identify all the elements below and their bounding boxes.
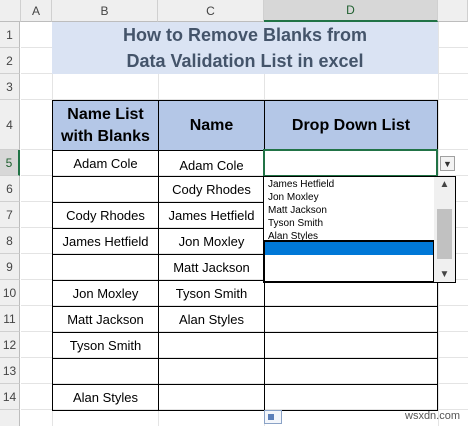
row-header-12[interactable]: 12 [0,332,20,358]
active-cell-d5[interactable] [263,149,438,177]
dropdown-button[interactable]: ▼ [440,156,455,171]
cell-c5[interactable]: Adam Cole [158,150,265,177]
row-header-4[interactable]: 4 [0,100,20,150]
column-header-b[interactable]: B [52,0,158,22]
cell-d13[interactable] [264,358,438,385]
cell-b6[interactable] [52,176,159,203]
select-all-corner[interactable] [0,0,21,22]
row-header-9[interactable]: 9 [0,254,20,280]
column-header-c[interactable]: C [158,0,264,22]
cell-b5[interactable]: Adam Cole [52,150,159,177]
cell-b12[interactable]: Tyson Smith [52,332,159,359]
cell-d11[interactable] [264,306,438,333]
scroll-down-icon[interactable]: ▼ [434,267,455,281]
scrollbar-thumb[interactable] [437,209,452,259]
cell-b7[interactable]: Cody Rhodes [52,202,159,229]
title-line-1: How to Remove Blanks from [52,22,438,48]
dropdown-item[interactable]: Jon Moxley [264,191,455,204]
cell-c11[interactable]: Alan Styles [158,306,265,333]
cell-b10[interactable]: Jon Moxley [52,280,159,307]
row-header-13[interactable]: 13 [0,358,20,384]
header-name[interactable]: Name [158,100,265,151]
cell-c12[interactable] [158,332,265,359]
title-line-2: Data Validation List in excel [52,48,438,74]
dropdown-item[interactable]: James Hetfield [264,178,455,191]
cell-b11[interactable]: Matt Jackson [52,306,159,333]
cell-c10[interactable]: Tyson Smith [158,280,265,307]
paste-options-icon-part [268,414,274,420]
header-line-2: with Blanks [61,127,150,145]
cell-c14[interactable] [158,384,265,411]
dropdown-scrollbar[interactable]: ▲ ▼ [434,177,455,282]
column-header-e[interactable] [438,0,468,22]
dropdown-item[interactable]: Matt Jackson [264,204,455,217]
row-header-11[interactable]: 11 [0,306,20,332]
header-name-list-with-blanks[interactable]: Name List with Blanks [52,100,159,151]
cell-c6[interactable]: Cody Rhodes [158,176,265,203]
cell-d14[interactable] [264,384,438,411]
header-line-1: Name List [67,105,144,123]
row-header-6[interactable]: 6 [0,176,20,202]
cell-b13[interactable] [52,358,159,385]
watermark: wsxdn.com [405,410,461,422]
row-header-10[interactable]: 10 [0,280,20,306]
cell-c9[interactable]: Matt Jackson [158,254,265,281]
row-header-7[interactable]: 7 [0,202,20,228]
cell-d10[interactable] [264,280,438,307]
row-header-15[interactable] [0,410,20,426]
cell-b8[interactable]: James Hetfield [52,228,159,255]
cell-c8[interactable]: Jon Moxley [158,228,265,255]
row-header-8[interactable]: 8 [0,228,20,254]
chevron-down-icon: ▼ [443,158,452,169]
row-header-1[interactable]: 1 [0,22,20,48]
column-header-a[interactable]: A [21,0,52,22]
row-header-14[interactable]: 14 [0,384,20,410]
cell-c7[interactable]: James Hetfield [158,202,265,229]
focus-box [263,240,435,283]
header-drop-down-list[interactable]: Drop Down List [264,100,438,151]
cell-b14[interactable]: Alan Styles [52,384,159,411]
paste-options-icon[interactable] [264,410,282,424]
scroll-up-icon[interactable]: ▲ [434,177,455,191]
dropdown-item[interactable]: Tyson Smith [264,217,455,230]
column-header-d[interactable]: D [264,0,438,22]
cell-b9[interactable] [52,254,159,281]
cell-d12[interactable] [264,332,438,359]
row-header-5[interactable]: 5 [0,150,20,176]
cell-c13[interactable] [158,358,265,385]
row-header-2[interactable]: 2 [0,48,20,74]
row-header-3[interactable]: 3 [0,74,20,100]
